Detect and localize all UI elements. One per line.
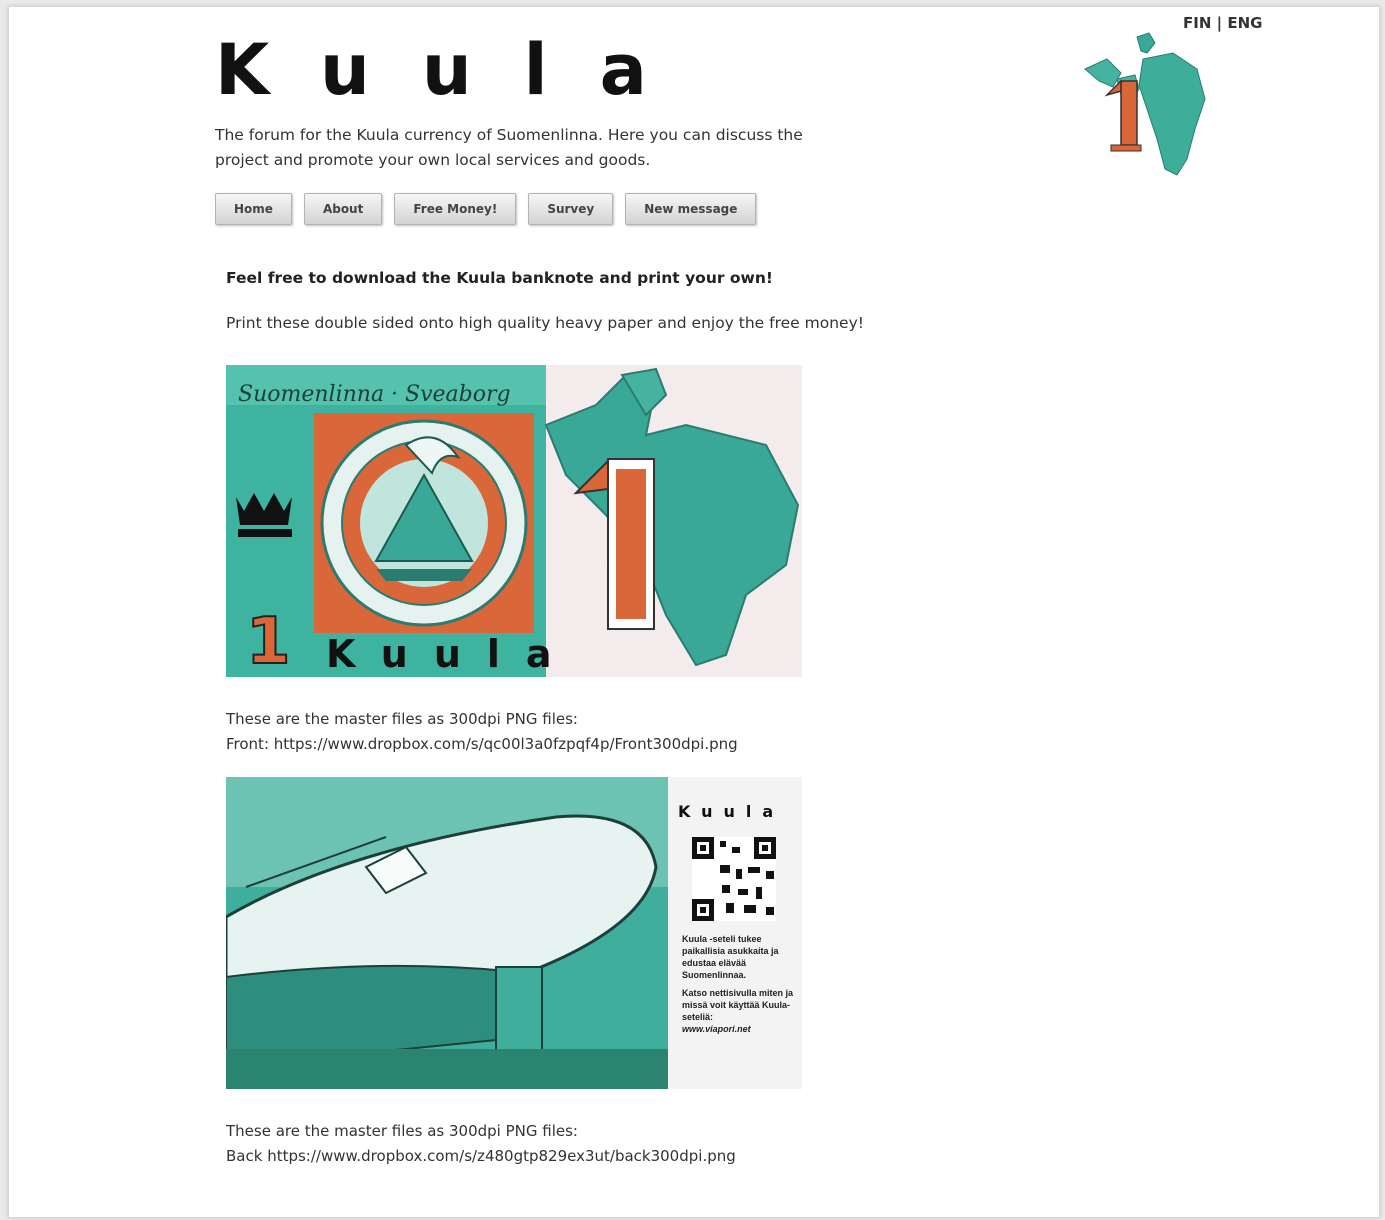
- back-file-note: These are the master files as 300dpi PNG…: [226, 1119, 736, 1169]
- banknote-back-image: Kuula Kuula -seteli tukee paikallisia as…: [226, 777, 802, 1089]
- qr-code-icon: [692, 837, 776, 921]
- nav-new-message-button[interactable]: New message: [625, 193, 757, 225]
- page-heading: Feel free to download the Kuula banknote…: [226, 269, 773, 287]
- front-link-row: Front: https://www.dropbox.com/s/qc00l3a…: [226, 732, 738, 757]
- front-link-label: Front:: [226, 735, 269, 753]
- back-link-label: Back: [226, 1147, 263, 1165]
- banknote-front-image: Suomenlinna · Sveaborg 1 Kuula 1: [226, 365, 802, 677]
- nav-free-money-button[interactable]: Free Money!: [394, 193, 517, 225]
- back-download-link[interactable]: https://www.dropbox.com/s/z480gtp829ex3u…: [267, 1147, 736, 1165]
- nav-about-button[interactable]: About: [303, 193, 383, 225]
- main-nav: Home About Free Money! Survey New messag…: [215, 193, 757, 225]
- site-logo[interactable]: Kuula: [215, 29, 699, 111]
- island-map-logo: [1084, 32, 1206, 176]
- site-tagline: The forum for the Kuula currency of Suom…: [215, 126, 803, 169]
- front-note-text: These are the master files as 300dpi PNG…: [226, 710, 578, 728]
- instructions-text: Print these double sided onto high quali…: [226, 314, 864, 332]
- banknote-denomination: 1: [246, 605, 291, 677]
- front-file-note: These are the master files as 300dpi PNG…: [226, 707, 738, 757]
- banknote-back-text-1: Kuula -seteli tukee paikallisia asukkait…: [682, 934, 779, 980]
- lang-separator: |: [1216, 14, 1223, 32]
- back-note-text: These are the master files as 300dpi PNG…: [226, 1122, 578, 1140]
- lang-eng-link[interactable]: ENG: [1227, 14, 1262, 32]
- banknote-script-title: Suomenlinna · Sveaborg: [238, 382, 511, 407]
- front-download-link[interactable]: https://www.dropbox.com/s/qc00l3a0fzpqf4…: [274, 735, 738, 753]
- banknote-back-url: www.viapori.net: [682, 1024, 751, 1034]
- banknote-word: Kuula: [326, 632, 578, 676]
- banknote-back-word: Kuula: [678, 802, 784, 821]
- nav-survey-button[interactable]: Survey: [528, 193, 614, 225]
- back-link-row: Back https://www.dropbox.com/s/z480gtp82…: [226, 1144, 736, 1169]
- page-container: Kuula The forum for the Kuula currency o…: [8, 6, 1380, 1218]
- main-content: Feel free to download the Kuula banknote…: [226, 269, 1126, 332]
- banknote-back-text-2: Katso nettisivulla miten ja missä voit k…: [682, 988, 794, 1022]
- nav-home-button[interactable]: Home: [215, 193, 292, 225]
